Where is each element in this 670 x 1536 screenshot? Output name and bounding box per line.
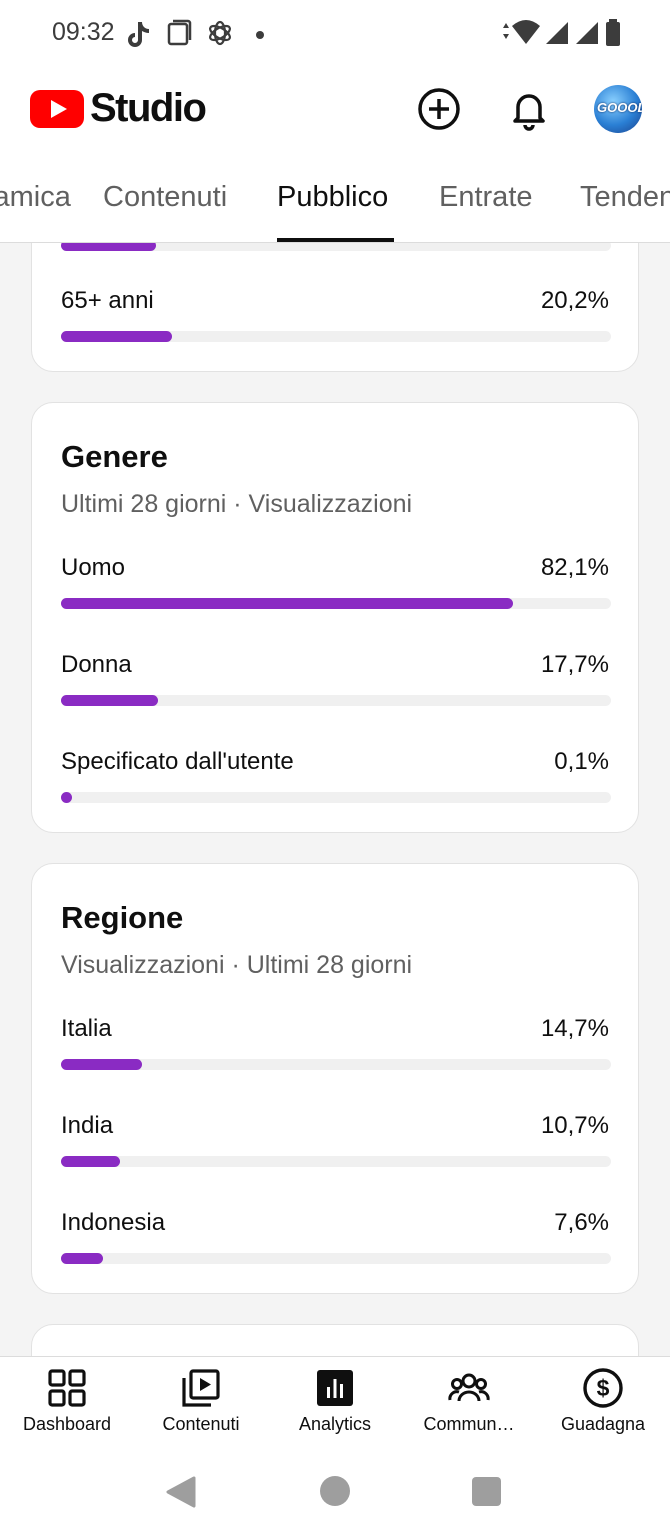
region-row-value: 10,7% — [540, 1112, 609, 1139]
wifi-icon — [503, 20, 540, 44]
nav-content[interactable]: Contenuti — [134, 1357, 268, 1447]
gender-row-value: 82,1% — [540, 554, 609, 581]
region-row-bar — [61, 1253, 611, 1264]
gender-row-value: 0,1% — [554, 748, 609, 775]
nav-earn[interactable]: $ Guadagna — [536, 1357, 670, 1447]
more-notifications-dot-icon — [256, 31, 264, 39]
status-bar: 09:32 — [0, 0, 670, 68]
tab-tendenze[interactable]: Tendenze — [580, 181, 670, 214]
bottom-navigation: Dashboard Contenuti Analytics Commun… $ … — [0, 1356, 670, 1447]
tiktok-icon — [128, 22, 149, 47]
nav-dashboard-label: Dashboard — [22, 1414, 112, 1434]
nav-analytics[interactable]: Analytics — [268, 1357, 402, 1447]
home-icon[interactable] — [319, 1475, 351, 1507]
region-row-bar-fill — [61, 1059, 142, 1070]
region-row-bar-fill — [61, 1156, 120, 1167]
gender-row-label: Specificato dall'utente — [61, 748, 294, 775]
region-card-subtitle: Visualizzazioni · Ultimi 28 giorni — [61, 951, 413, 979]
nav-analytics-label: Analytics — [298, 1414, 372, 1434]
age-prev-bar-fill — [61, 243, 156, 251]
earn-icon: $ — [583, 1368, 623, 1408]
gender-row-label: Donna — [61, 651, 132, 678]
gender-row-bar — [61, 598, 611, 609]
region-row-label: India — [61, 1112, 114, 1139]
gender-card-subtitle: Ultimi 28 giorni · Visualizzazioni — [61, 490, 413, 518]
tab-contenuti[interactable]: Contenuti — [103, 181, 227, 214]
gender-card-title: Genere — [61, 439, 168, 474]
recents-icon[interactable] — [472, 1477, 501, 1506]
age-row-bar-fill — [61, 331, 173, 342]
nav-earn-label: Guadagna — [560, 1414, 646, 1434]
app-title: Studio — [90, 86, 207, 130]
chatgpt-icon — [209, 20, 231, 46]
account-avatar[interactable]: GOOOL — [594, 85, 642, 133]
gender-row-value: 17,7% — [540, 651, 609, 678]
audience-content[interactable]: 65+ anni 20,2% Genere Ultimi 28 giorni ·… — [0, 243, 670, 1356]
screenshot-notification-icon — [167, 19, 192, 46]
app-bar: Studio GOOOL — [0, 68, 670, 154]
age-row-bar — [61, 331, 611, 342]
gender-row-label: Uomo — [61, 554, 126, 581]
region-card-title: Regione — [61, 900, 184, 935]
age-prev-bar — [61, 243, 611, 251]
community-icon — [448, 1373, 490, 1402]
age-row-value: 20,2% — [540, 287, 609, 314]
region-row-label: Italia — [61, 1015, 112, 1042]
create-icon[interactable] — [416, 86, 462, 132]
youtube-logo-icon[interactable] — [30, 90, 84, 128]
signal-2-icon — [576, 22, 598, 44]
nav-content-label: Contenuti — [162, 1414, 240, 1434]
gender-row-bar-fill — [61, 792, 72, 803]
status-time: 09:32 — [52, 18, 115, 46]
svg-text:$: $ — [597, 1375, 610, 1401]
battery-icon — [606, 19, 620, 46]
region-card: Regione Visualizzazioni · Ultimi 28 gior… — [31, 863, 639, 1294]
tab-entrate[interactable]: Entrate — [439, 181, 533, 214]
region-row-value: 14,7% — [540, 1015, 609, 1042]
tab-dinamica[interactable]: Dinamica — [0, 181, 71, 214]
region-row-label: Indonesia — [61, 1209, 166, 1236]
nav-community-label: Commun… — [423, 1414, 515, 1434]
gender-row-bar — [61, 792, 611, 803]
region-row-value: 7,6% — [554, 1209, 609, 1236]
next-card — [31, 1324, 639, 1356]
gender-row-bar — [61, 695, 611, 706]
gender-card: Genere Ultimi 28 giorni · Visualizzazion… — [31, 402, 639, 833]
gender-row-bar-fill — [61, 695, 159, 706]
notifications-bell-icon[interactable] — [506, 86, 552, 132]
analytics-icon — [317, 1370, 353, 1406]
back-icon[interactable] — [166, 1476, 196, 1508]
system-navigation-bar — [0, 1446, 670, 1536]
analytics-tabs: Dinamica Contenuti Pubblico Entrate Tend… — [0, 154, 670, 243]
active-tab-indicator — [277, 238, 394, 242]
signal-icon — [546, 22, 568, 44]
age-card: 65+ anni 20,2% — [31, 243, 639, 372]
region-row-bar — [61, 1156, 611, 1167]
region-row-bar — [61, 1059, 611, 1070]
nav-dashboard[interactable]: Dashboard — [0, 1357, 134, 1447]
region-row-bar-fill — [61, 1253, 103, 1264]
dashboard-icon — [48, 1369, 86, 1407]
gender-row-bar-fill — [61, 598, 513, 609]
nav-community[interactable]: Commun… — [402, 1357, 536, 1447]
age-row-label: 65+ anni — [61, 287, 154, 314]
avatar-logo-icon: GOOOL — [597, 100, 642, 115]
content-icon — [182, 1369, 220, 1407]
tab-pubblico[interactable]: Pubblico — [277, 181, 388, 214]
